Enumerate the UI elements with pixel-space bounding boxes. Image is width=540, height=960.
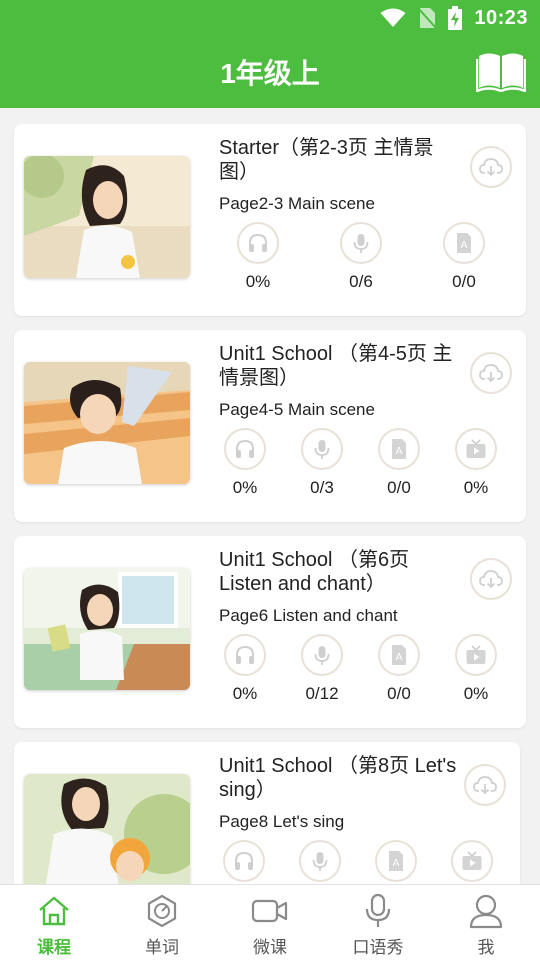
battery-charging-icon (448, 6, 463, 30)
cloud-download-icon (479, 570, 503, 589)
read-progress[interactable]: A 0/0 (369, 634, 429, 704)
lesson-subtitle: Page2-3 Main scene (219, 194, 375, 213)
lesson-thumbnail (24, 568, 190, 690)
home-icon (39, 896, 69, 926)
book-button[interactable] (475, 50, 527, 93)
tab-speaking-show[interactable]: 口语秀 (324, 885, 432, 960)
listen-progress[interactable]: 0% (215, 428, 275, 498)
status-bar: 10:23 (0, 0, 540, 36)
listen-value: 0% (245, 272, 271, 291)
svg-text:A: A (396, 446, 403, 457)
microphone-icon (314, 440, 330, 459)
lesson-subtitle: Page8 Let's sing (219, 812, 345, 831)
tab-me[interactable]: 我 (432, 885, 540, 960)
listen-value: 0% (232, 684, 258, 703)
document-icon: A (392, 645, 406, 665)
speak-value: 0/6 (349, 272, 373, 291)
lesson-subtitle: Page6 Listen and chant (219, 606, 398, 625)
download-button[interactable] (470, 558, 512, 600)
lesson-card[interactable]: Unit1 School （第8页 Let's sing） Page8 Let'… (14, 742, 520, 884)
tab-label: 课程 (37, 938, 71, 957)
read-progress[interactable]: A 0/0 (369, 428, 429, 498)
listen-progress[interactable]: 0% (228, 222, 288, 292)
document-icon: A (389, 851, 403, 871)
video-value: 0% (463, 684, 489, 703)
lesson-title: Unit1 School （第8页 Let's sing） (219, 755, 457, 801)
svg-text:A: A (461, 240, 468, 251)
speak-progress[interactable]: 0/6 (331, 222, 391, 292)
tv-play-icon (466, 645, 486, 664)
lesson-card[interactable]: Starter（第2-3页 主情景图） Page2-3 Main scene 0… (14, 124, 526, 316)
video-camera-icon (251, 899, 288, 923)
lesson-card[interactable]: Unit1 School （第6页 Listen and chant） Page… (14, 536, 526, 728)
open-book-icon (475, 53, 527, 93)
tab-label: 微课 (253, 938, 287, 957)
cloud-download-icon (479, 364, 503, 383)
tv-play-icon (462, 851, 482, 870)
speak-progress[interactable]: 0/3 (292, 428, 352, 498)
lesson-thumbnail (24, 362, 190, 484)
microphone-icon (365, 893, 391, 927)
svg-text:A: A (393, 858, 400, 869)
listen-value: 0% (232, 478, 258, 497)
cloud-download-icon (479, 158, 503, 177)
download-button[interactable] (464, 764, 506, 806)
lesson-card[interactable]: Unit1 School （第4-5页 主情景图） Page4-5 Main s… (14, 330, 526, 522)
speak-progress[interactable] (290, 840, 350, 884)
cloud-download-icon (473, 776, 497, 795)
video-progress[interactable]: 0% (446, 428, 506, 498)
lesson-subtitle: Page4-5 Main scene (219, 400, 375, 419)
tv-play-icon (466, 439, 486, 458)
speak-value: 0/12 (305, 684, 339, 703)
document-icon: A (457, 233, 471, 253)
tab-micro-course[interactable]: 微课 (216, 885, 324, 960)
read-value: 0/0 (387, 478, 411, 497)
read-progress[interactable]: A (366, 840, 426, 884)
wifi-icon (380, 8, 406, 27)
video-progress[interactable]: 0% (446, 634, 506, 704)
speak-progress[interactable]: 0/12 (292, 634, 352, 704)
read-value: 0/0 (387, 684, 411, 703)
tab-course[interactable]: 课程 (0, 885, 108, 960)
app-header: 10:23 1年级上 (0, 0, 540, 108)
document-icon: A (392, 439, 406, 459)
lesson-thumbnail (24, 156, 190, 278)
read-progress[interactable]: A 0/0 (434, 222, 494, 292)
tab-words[interactable]: 单词 (108, 885, 216, 960)
headphones-icon (236, 439, 254, 458)
tab-label: 口语秀 (352, 938, 404, 957)
no-sim-icon (418, 7, 437, 29)
bottom-tab-bar: 课程 单词 微课 口语秀 我 (0, 884, 540, 960)
headphones-icon (235, 851, 253, 870)
tab-label: 我 (477, 938, 495, 957)
svg-text:A: A (396, 652, 403, 663)
headphones-icon (249, 233, 267, 252)
lesson-title: Unit1 School （第4-5页 主情景图） (219, 343, 453, 389)
status-time: 10:23 (474, 6, 528, 29)
download-button[interactable] (470, 352, 512, 394)
read-value: 0/0 (452, 272, 476, 291)
tab-label: 单词 (145, 938, 179, 957)
page-title: 1年级上 (220, 58, 320, 89)
download-button[interactable] (470, 146, 512, 188)
video-progress[interactable] (442, 840, 502, 884)
microphone-icon (314, 646, 330, 665)
speak-value: 0/3 (310, 478, 334, 497)
lesson-thumbnail (24, 774, 190, 884)
headphones-icon (236, 645, 254, 664)
listen-progress[interactable] (214, 840, 274, 884)
listen-progress[interactable]: 0% (215, 634, 275, 704)
microphone-icon (312, 852, 328, 871)
lesson-title: Unit1 School （第6页 Listen and chant） (219, 549, 410, 595)
lesson-title: Starter（第2-3页 主情景图） (219, 137, 434, 183)
word-badge-icon (147, 894, 177, 928)
microphone-icon (353, 234, 369, 253)
video-value: 0% (463, 478, 489, 497)
lesson-list[interactable]: Starter（第2-3页 主情景图） Page2-3 Main scene 0… (0, 108, 540, 884)
user-icon (469, 894, 503, 929)
